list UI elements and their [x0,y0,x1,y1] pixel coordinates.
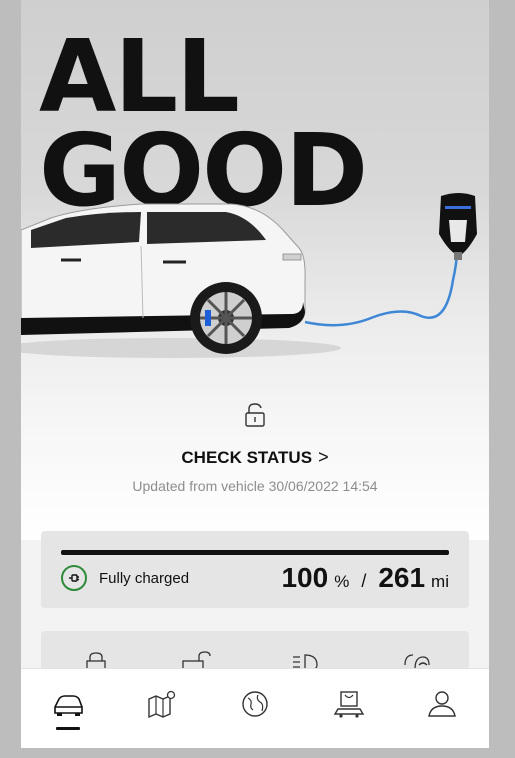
car-icon [53,695,83,716]
shop-icon [333,691,364,718]
charge-percent-value: 100 [281,562,329,593]
status-section: CHECK STATUS > Updated from vehicle 30/0… [21,402,489,494]
tab-profile[interactable] [412,669,472,739]
tab-explore[interactable] [225,669,285,739]
plug-icon [61,565,87,591]
charge-info-row: Fully charged 100 % / 261 mi [61,561,449,595]
charge-percent-unit: % [334,572,350,591]
range-unit: mi [431,572,449,591]
bottom-tab-bar [21,668,489,748]
tab-shop[interactable] [319,669,379,739]
vehicle-charging-illustration [21,193,477,358]
charging-status-card[interactable]: Fully charged 100 % / 261 mi [41,531,469,608]
headline-line-1: ALL [39,18,240,135]
charge-readout: 100 % / 261 mi [281,562,449,594]
check-status-label: CHECK STATUS [181,447,313,467]
tab-vehicle[interactable] [38,669,98,739]
app-screen: ALL GOOD CHECK STATUS > Updated from veh… [21,0,489,748]
readout-separator: / [361,571,367,591]
tab-map[interactable] [131,669,191,739]
charge-level-bar [61,550,449,555]
last-updated-text: Updated from vehicle 30/06/2022 14:54 [132,478,378,494]
active-tab-indicator [55,727,80,730]
chevron-right-icon: > [318,447,329,467]
lock-open-icon [244,402,266,428]
globe-icon [242,691,268,717]
map-icon [148,690,176,719]
check-status-button[interactable]: CHECK STATUS > [21,447,489,468]
profile-icon [428,691,457,717]
charging-state-label: Fully charged [99,569,190,587]
range-value: 261 [378,562,426,593]
